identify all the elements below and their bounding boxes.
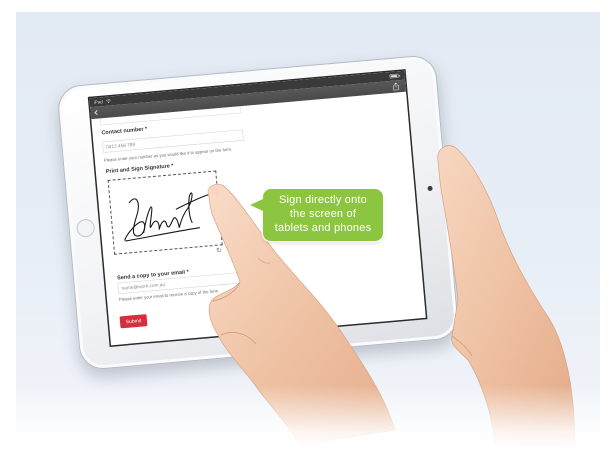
clear-signature-button[interactable]: ↻	[216, 246, 223, 254]
refresh-icon: ↻	[215, 246, 223, 255]
share-button[interactable]	[392, 82, 400, 91]
signature-drawing	[124, 192, 209, 242]
signature-pad[interactable]	[107, 170, 223, 255]
tablet-device: iPad ‹ Contact number * 0412 456 789 Ple…	[56, 53, 460, 372]
chevron-left-icon: ‹	[93, 105, 100, 120]
callout-line-1: Sign directly onto	[279, 194, 367, 206]
share-icon	[393, 82, 400, 91]
bottom-fade	[0, 385, 610, 469]
submit-button[interactable]: Submit	[119, 314, 148, 329]
battery-icon	[389, 73, 399, 79]
callout-line-2: the screen of	[289, 208, 357, 220]
carrier-label: iPad	[93, 99, 103, 105]
callout-line-3: tablets and phones	[274, 222, 372, 234]
stage: iPad ‹ Contact number * 0412 456 789 Ple…	[0, 0, 610, 469]
wifi-icon	[106, 99, 112, 104]
home-button-icon	[75, 218, 96, 238]
signature-label: Print and Sign Signature *	[105, 162, 174, 175]
back-button[interactable]: ‹	[93, 105, 100, 120]
camera-icon	[427, 185, 433, 192]
contact-number-label: Contact number *	[101, 125, 148, 136]
callout-bubble: Sign directly onto the screen of tablets…	[250, 189, 383, 241]
